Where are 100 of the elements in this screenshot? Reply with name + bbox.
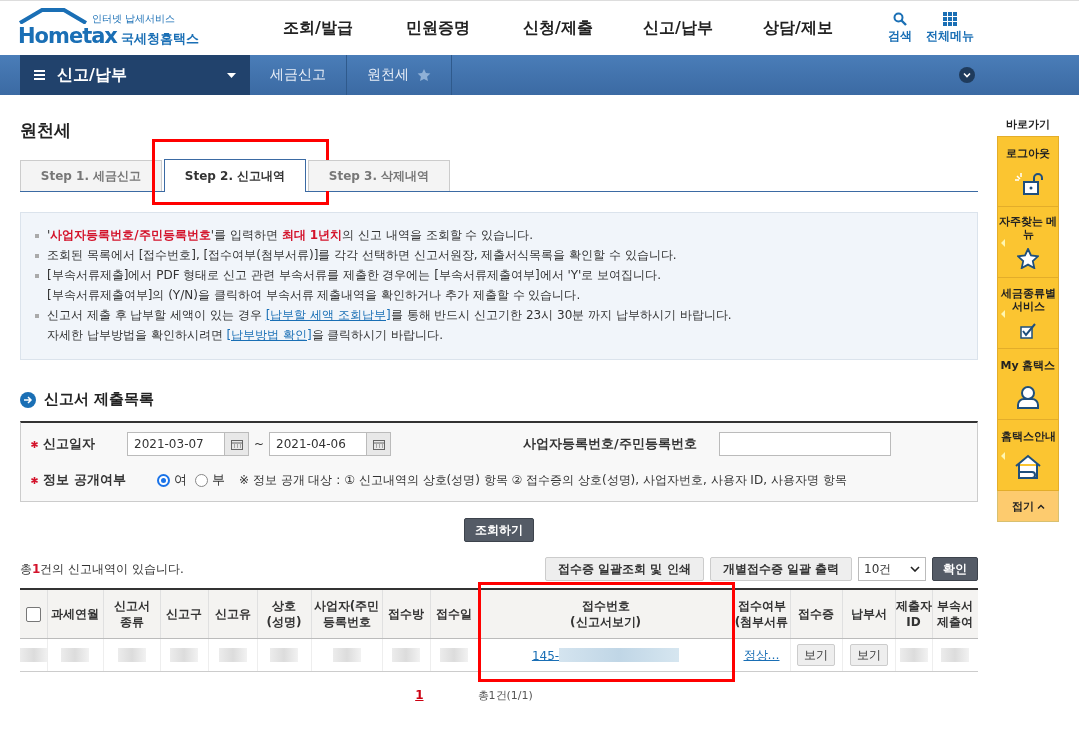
house-icon — [1014, 454, 1042, 481]
bullet-icon — [35, 314, 39, 318]
chevron-down-icon[interactable] — [959, 67, 975, 83]
checkbox-icon — [1020, 323, 1036, 339]
notice-text: [부속서류제출]에서 PDF 형태로 신고 관련 부속서류를 제출한 경우에는 [부속서류제출여부]에서 'Y'로 보여집니다. — [47, 267, 661, 283]
notice-text: 자세한 납부방법을 확인하시려면 [납부방법 확인]을 클릭하시기 바랍니다. — [47, 327, 445, 343]
column-header: 부속서 제출여 — [936, 598, 975, 630]
view-button[interactable]: 보기 — [849, 644, 888, 666]
page-size-select[interactable]: 10건 — [858, 557, 926, 581]
logo-name: 국세청홈택스 — [120, 30, 199, 48]
sidebar-item[interactable]: 자주찾는 메뉴 — [997, 207, 1059, 278]
view-button[interactable]: 보기 — [797, 644, 835, 666]
blurred-content — [941, 648, 970, 663]
page-link[interactable]: 1 — [415, 688, 424, 703]
radio-option[interactable]: 부 — [195, 471, 225, 489]
blurred-content — [20, 648, 46, 663]
column-header: 신고구 — [165, 606, 203, 622]
bullet-icon — [35, 254, 39, 258]
section-title: 신고서 제출목록 — [44, 390, 155, 409]
search-button[interactable]: 조회하기 — [464, 518, 534, 542]
toolbar-link[interactable]: 검색 — [888, 11, 912, 45]
notice-text: [부속서류제출여부]의 (Y/N)을 클릭하여 부속서류 제출내역을 확인하거나 추가 제출할 수 있습니다. — [47, 287, 582, 303]
tab[interactable]: Step 2. 신고내역 — [164, 159, 306, 192]
blurred-content — [61, 648, 89, 663]
sidebar-item[interactable]: 로그아웃 — [997, 136, 1059, 207]
chevron-down-icon — [910, 566, 920, 572]
column-header: 접수방 — [387, 606, 425, 622]
blurred-content — [392, 648, 420, 663]
logo-tagline: 인터넷 납세서비스 — [92, 14, 176, 24]
disclosure-note: ※ 정보 공개 대상 : ① 신고내역의 상호(성명) 항목 ② 접수증의 상호(성명), 사업자번호, 사용자 ID, 사용자명 항목 — [239, 471, 847, 489]
date-field[interactable]: 2021-04-06 — [269, 432, 368, 456]
radio-option[interactable]: 여 — [157, 471, 187, 489]
blurred-content — [170, 648, 198, 663]
collapse-button[interactable]: 접기 — [997, 491, 1059, 522]
calendar-icon[interactable] — [225, 432, 249, 456]
link[interactable]: [납부할 세액 조회납부] — [265, 308, 391, 322]
menu-icon — [34, 70, 45, 80]
house-roof-icon — [18, 8, 88, 24]
caret-icon — [227, 72, 236, 78]
arrow-circle-icon — [20, 391, 36, 408]
logo-wordmark: Hometax — [18, 24, 117, 48]
column-header: 신고유 — [213, 606, 252, 622]
column-header: 상호 (성명) — [265, 598, 303, 630]
star-icon[interactable] — [417, 68, 431, 82]
breadcrumb[interactable]: 원천세 — [347, 55, 452, 95]
column-header: 신고서 종류 — [112, 598, 151, 630]
calendar-icon[interactable] — [367, 432, 392, 456]
bullet-icon — [35, 274, 39, 278]
column-header: 과세연월 — [50, 606, 100, 622]
blurred-content — [332, 648, 361, 663]
column-header: 제출자 ID — [895, 598, 932, 630]
sidebar-title: 바로가기 — [1005, 117, 1051, 132]
action-button[interactable]: 접수증 일괄조회 및 인쇄 — [545, 557, 704, 581]
blurred-content — [899, 648, 928, 663]
blurred-content — [270, 648, 298, 663]
checkbox[interactable] — [25, 607, 41, 622]
bullet-icon — [35, 234, 39, 238]
menu-item[interactable]: 조회/발급 — [258, 17, 378, 39]
sidebar-item[interactable]: My 홈택스 — [997, 349, 1059, 420]
sidebar-item[interactable]: 세금종류별 서비스 — [997, 278, 1059, 349]
column-header: 접수일 — [435, 606, 473, 622]
link[interactable]: 145- — [531, 648, 560, 663]
blurred-content — [117, 648, 146, 663]
person-icon — [1016, 384, 1040, 409]
range-separator: ~ — [254, 437, 265, 451]
column-header: 접수증 — [797, 606, 835, 622]
menu-item[interactable]: 민원증명 — [378, 17, 498, 39]
grid-menu-icon — [943, 11, 957, 26]
action-button[interactable]: 개별접수증 일괄 출력 — [709, 557, 852, 581]
page-info: 총1건(1/1) — [477, 688, 533, 703]
menu-item[interactable]: 신청/제출 — [498, 17, 618, 39]
notice-text: 조회된 목록에서 [접수번호], [접수여부(첨부서류)]를 각각 선택하면 신고서원장, 제출서식목록을 확인할 수 있습니다. — [47, 247, 677, 263]
column-header: 납부서 — [849, 606, 888, 622]
notice-text: '사업자등록번호/주민등록번호'를 입력하면 최대 1년치의 신고 내역을 조회할 수 있습니다. — [47, 227, 534, 243]
page-title: 원천세 — [20, 119, 72, 142]
column-header: 사업자(주민 등록번호 — [312, 598, 381, 630]
sidebar-item[interactable]: 홈택스안내 — [997, 420, 1059, 491]
column-header: 접수번호 (신고서보기) — [569, 598, 642, 630]
result-summary: 총1건의 신고내역이 있습니다. — [20, 560, 185, 578]
field-label: 정보 공개여부 — [43, 471, 127, 489]
blurred-content — [440, 648, 468, 663]
toolbar-link[interactable]: 전체메뉴 — [926, 11, 974, 45]
input-field[interactable] — [719, 432, 892, 456]
field-label: 신고일자 — [43, 435, 96, 453]
caret-up-icon — [1036, 503, 1045, 509]
menu-item[interactable]: 신고/납부 — [618, 17, 738, 39]
column-header: 접수여부 (첨부서류 — [733, 598, 790, 630]
confirm-button[interactable]: 확인 — [932, 557, 978, 581]
link[interactable]: 정상… — [743, 647, 780, 662]
date-field[interactable]: 2021-03-07 — [127, 432, 225, 456]
tab[interactable]: Step 1. 세금신고 — [20, 160, 162, 191]
field-label: 사업자등록번호/주민등록번호 — [523, 435, 698, 453]
nav-menu-dropdown[interactable]: 신고/납부 — [20, 55, 250, 95]
breadcrumb[interactable]: 세금신고 — [250, 55, 347, 95]
menu-item[interactable]: 상담/제보 — [738, 17, 858, 39]
notice-text: 신고서 제출 후 납부할 세액이 있는 경우 [납부할 세액 조회납부]를 통해 반드시 신고기한 23시 30분 까지 납부하시기 바랍니다. — [47, 307, 732, 323]
link[interactable]: [납부방법 확인] — [226, 328, 312, 342]
search-icon — [893, 11, 907, 26]
padlock-icon — [1013, 172, 1043, 196]
tab[interactable]: Step 3. 삭제내역 — [308, 160, 450, 191]
